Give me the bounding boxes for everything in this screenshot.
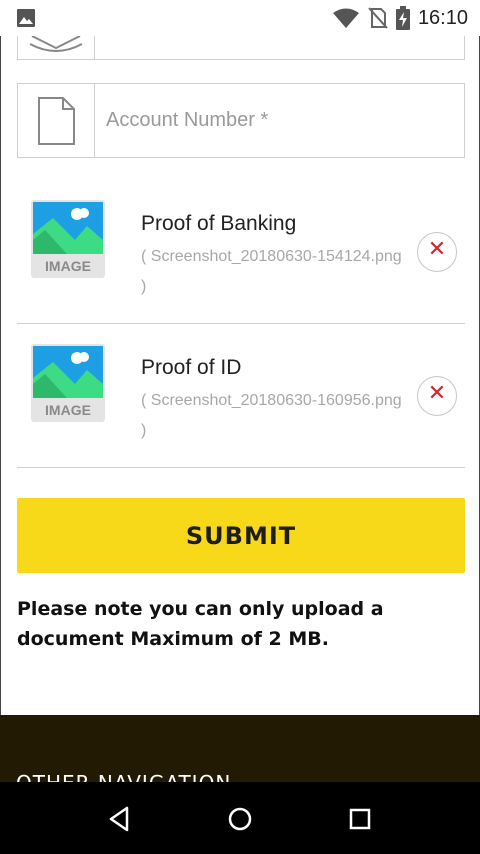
upload-item-proof-of-id: IMAGE Proof of ID ( Screenshot_20180630-…	[17, 344, 465, 464]
footer-heading: OTHER NAVIGATION	[16, 771, 231, 782]
divider	[17, 323, 465, 324]
image-notification-icon	[17, 9, 35, 27]
status-bar: 16:10	[0, 0, 480, 36]
upload-size-note: Please note you can only upload a docume…	[17, 598, 384, 650]
wifi-icon	[332, 8, 359, 28]
upload-file-name-end: )	[141, 278, 147, 295]
account-number-field[interactable]	[17, 83, 465, 158]
previous-field-input[interactable]	[95, 36, 464, 59]
home-icon[interactable]	[225, 804, 255, 834]
divider	[17, 467, 465, 468]
remove-upload-button[interactable]: ✕	[417, 232, 457, 272]
system-navigation-bar	[0, 782, 480, 854]
account-number-input-cell	[95, 84, 464, 157]
previous-field-icon-cell	[18, 36, 95, 59]
previous-field[interactable]	[17, 36, 465, 60]
upload-item-proof-of-banking: IMAGE Proof of Banking ( Screenshot_2018…	[17, 200, 465, 320]
upload-title: Proof of ID	[141, 356, 242, 379]
footer: OTHER NAVIGATION	[0, 715, 480, 782]
battery-charging-icon	[395, 6, 410, 30]
recents-icon[interactable]	[345, 804, 375, 834]
upload-file-name: ( Screenshot_20180630-154124.png	[141, 248, 402, 265]
bank-icon	[29, 36, 83, 52]
upload-title: Proof of Banking	[141, 212, 297, 235]
thumbnail-label: IMAGE	[45, 258, 91, 274]
remove-upload-button[interactable]: ✕	[417, 376, 457, 416]
close-icon: ✕	[427, 237, 447, 262]
upload-file-name-end: )	[141, 422, 147, 439]
close-icon: ✕	[427, 381, 447, 406]
back-icon[interactable]	[105, 804, 135, 834]
account-number-input[interactable]	[104, 84, 464, 157]
document-icon	[38, 97, 75, 145]
upload-file-name: ( Screenshot_20180630-160956.png	[141, 392, 402, 409]
thumbnail-label: IMAGE	[45, 402, 91, 418]
image-thumbnail-icon: IMAGE	[31, 344, 105, 422]
status-time: 16:10	[417, 6, 468, 29]
submit-button[interactable]: SUBMIT	[17, 498, 465, 573]
account-number-icon-cell	[18, 84, 95, 157]
form-content[interactable]: IMAGE Proof of Banking ( Screenshot_2018…	[0, 36, 480, 716]
no-sim-icon	[368, 7, 388, 29]
image-thumbnail-icon: IMAGE	[31, 200, 105, 278]
